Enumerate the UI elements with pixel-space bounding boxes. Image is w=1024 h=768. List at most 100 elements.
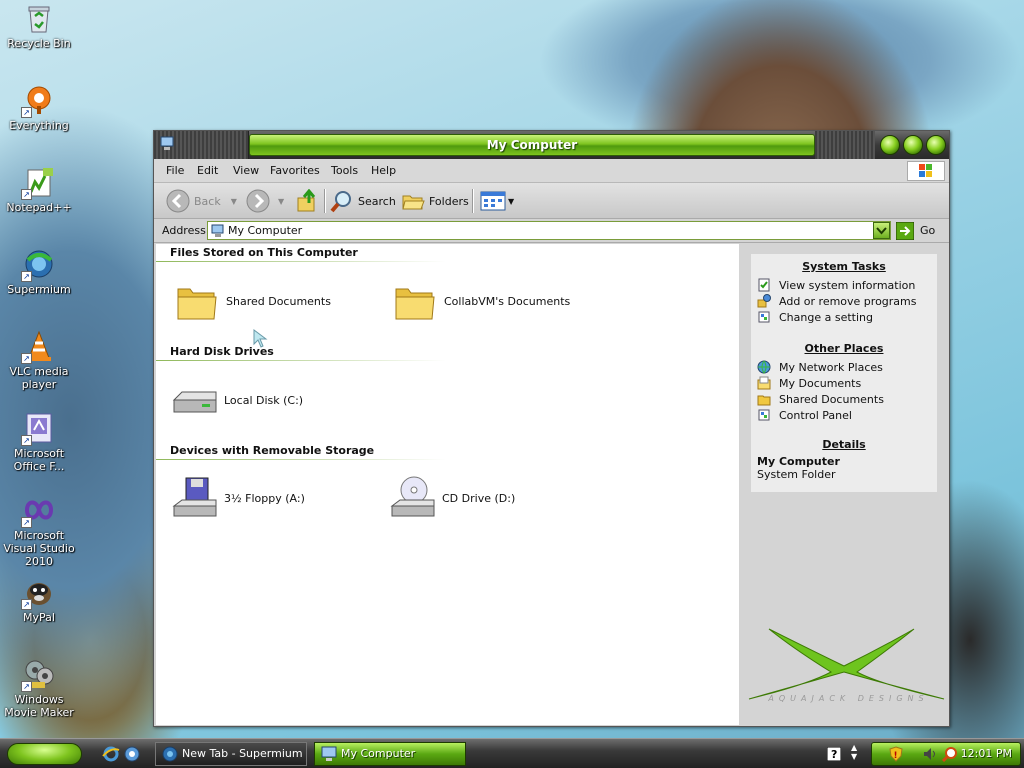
- desktop-icon-visual-studio[interactable]: ↗ Microsoft Visual Studio 2010: [2, 494, 76, 568]
- desktop-icon-notepad-plus-plus[interactable]: ↗ Notepad++: [2, 166, 76, 214]
- drive-item-cd-drive-d[interactable]: CD Drive (D:): [390, 476, 515, 520]
- search-tray-icon[interactable]: [942, 746, 958, 762]
- window-title: My Computer: [249, 134, 815, 156]
- brand-text: AQUAJACK DESIGNS: [768, 694, 929, 703]
- search-button[interactable]: Search: [330, 188, 396, 214]
- menu-tools[interactable]: Tools: [331, 164, 358, 177]
- recycle-bin-icon: [23, 2, 55, 34]
- xbox-logo-graphic: AQUAJACK DESIGNS: [739, 624, 949, 724]
- maximize-button[interactable]: [903, 135, 923, 155]
- menu-file[interactable]: File: [166, 164, 184, 177]
- title-bar[interactable]: My Computer: [154, 131, 949, 159]
- menu-favorites[interactable]: Favorites: [270, 164, 320, 177]
- desktop-icon-vlc[interactable]: ↗ VLC media player: [2, 330, 76, 391]
- toolbar-separator: [472, 189, 473, 213]
- address-dropdown-button[interactable]: [873, 222, 890, 239]
- views-icon: [480, 191, 506, 211]
- back-dropdown-icon[interactable]: ▼: [231, 197, 237, 206]
- show-desktop-icon[interactable]: [123, 745, 141, 763]
- task-pane-panel: System Tasks View system information Add…: [751, 254, 937, 492]
- close-button[interactable]: [926, 135, 946, 155]
- shortcut-arrow-icon: ↗: [21, 107, 32, 118]
- volume-icon[interactable]: [922, 746, 938, 762]
- desktop-icon-everything[interactable]: ↗ Everything: [2, 84, 76, 132]
- add-remove-programs-icon: [757, 294, 771, 308]
- chevron-down-icon: [876, 227, 887, 235]
- system-info-icon: [758, 278, 770, 292]
- forward-dropdown-icon[interactable]: ▼: [278, 197, 284, 206]
- visual-studio-icon: ↗: [21, 494, 55, 528]
- internet-explorer-icon[interactable]: [102, 745, 120, 763]
- folders-icon: [402, 195, 425, 210]
- details-title[interactable]: Details: [751, 438, 937, 451]
- desktop-icon-label: Microsoft Office F...: [13, 447, 65, 473]
- up-folder-icon: [297, 189, 316, 212]
- tray-expand-icon[interactable]: ▲ ▼: [851, 743, 857, 761]
- address-value: My Computer: [228, 224, 303, 237]
- back-arrow-icon: [166, 189, 190, 213]
- help-icon[interactable]: ?: [827, 747, 841, 761]
- link-label: My Documents: [779, 376, 862, 390]
- shortcut-arrow-icon: ↗: [21, 599, 32, 610]
- link-label: View system information: [779, 278, 916, 292]
- back-label: Back: [194, 194, 221, 208]
- menu-view[interactable]: View: [233, 164, 259, 177]
- desktop-icon-label: Supermium: [7, 283, 71, 296]
- drive-item-floppy-a[interactable]: 3½ Floppy (A:): [172, 476, 305, 520]
- group-divider: [156, 459, 446, 460]
- mouse-cursor-icon: [253, 329, 268, 348]
- desktop-icon-recycle-bin[interactable]: Recycle Bin: [2, 2, 76, 50]
- movie-maker-icon: ↗: [21, 658, 55, 692]
- drive-item-local-disk-c[interactable]: Local Disk (C:): [172, 378, 303, 422]
- taskbar-button-my-computer[interactable]: My Computer: [314, 742, 466, 766]
- group-divider: [156, 360, 446, 361]
- folder-item-shared-documents[interactable]: Shared Documents: [174, 279, 331, 323]
- link-label: Add or remove programs: [779, 294, 917, 308]
- other-places-title[interactable]: Other Places: [751, 342, 937, 355]
- menu-edit[interactable]: Edit: [197, 164, 218, 177]
- menu-bar: File Edit View Favorites Tools Help: [154, 159, 949, 183]
- security-shield-icon[interactable]: !: [888, 746, 904, 762]
- desktop-icon-movie-maker[interactable]: ↗ Windows Movie Maker: [2, 658, 76, 719]
- link-shared-documents[interactable]: Shared Documents: [751, 391, 937, 407]
- shortcut-arrow-icon: ↗: [21, 353, 32, 364]
- address-input[interactable]: My Computer: [207, 221, 891, 240]
- window-computer-icon: [160, 136, 174, 150]
- go-button[interactable]: Go: [896, 221, 946, 241]
- link-add-remove-programs[interactable]: Add or remove programs: [751, 293, 937, 309]
- address-computer-icon: [211, 224, 224, 237]
- link-label: My Network Places: [779, 360, 883, 374]
- back-button[interactable]: Back ▼: [166, 188, 237, 214]
- desktop-icon-office[interactable]: ↗ Microsoft Office F...: [2, 412, 76, 473]
- control-panel-icon: [758, 311, 770, 323]
- clock[interactable]: 12:01 PM: [961, 747, 1012, 760]
- up-folder-button[interactable]: [295, 188, 319, 214]
- link-label: Control Panel: [779, 408, 852, 422]
- link-my-network-places[interactable]: My Network Places: [751, 359, 937, 375]
- start-button[interactable]: [7, 743, 82, 765]
- views-button[interactable]: ▼: [480, 188, 514, 214]
- taskbar-button-label: My Computer: [341, 747, 416, 760]
- system-tasks-title[interactable]: System Tasks: [751, 260, 937, 273]
- taskbar-button-supermium[interactable]: New Tab - Supermium: [155, 742, 307, 766]
- folder-icon: [392, 279, 438, 323]
- link-my-documents[interactable]: My Documents: [751, 375, 937, 391]
- forward-button[interactable]: ▼: [246, 188, 284, 214]
- link-control-panel[interactable]: Control Panel: [751, 407, 937, 423]
- link-change-a-setting[interactable]: Change a setting: [751, 309, 937, 325]
- link-view-system-information[interactable]: View system information: [751, 277, 937, 293]
- folder-item-label: Shared Documents: [226, 294, 331, 308]
- desktop-icon-mypal[interactable]: ↗ MyPal: [2, 576, 76, 624]
- toolbar-separator: [324, 189, 325, 213]
- folders-button[interactable]: Folders: [401, 188, 469, 214]
- shortcut-arrow-icon: ↗: [21, 271, 32, 282]
- folder-item-collabvm-documents[interactable]: CollabVM's Documents: [392, 279, 570, 323]
- control-panel-icon: [758, 409, 770, 421]
- desktop-icon-supermium[interactable]: ↗ Supermium: [2, 248, 76, 296]
- floppy-drive-icon: [172, 476, 218, 520]
- menu-help[interactable]: Help: [371, 164, 396, 177]
- minimize-button[interactable]: [880, 135, 900, 155]
- office-icon: ↗: [21, 412, 55, 446]
- folder-content: Files Stored on This Computer Shared Doc…: [156, 244, 739, 725]
- forward-arrow-icon: [246, 189, 270, 213]
